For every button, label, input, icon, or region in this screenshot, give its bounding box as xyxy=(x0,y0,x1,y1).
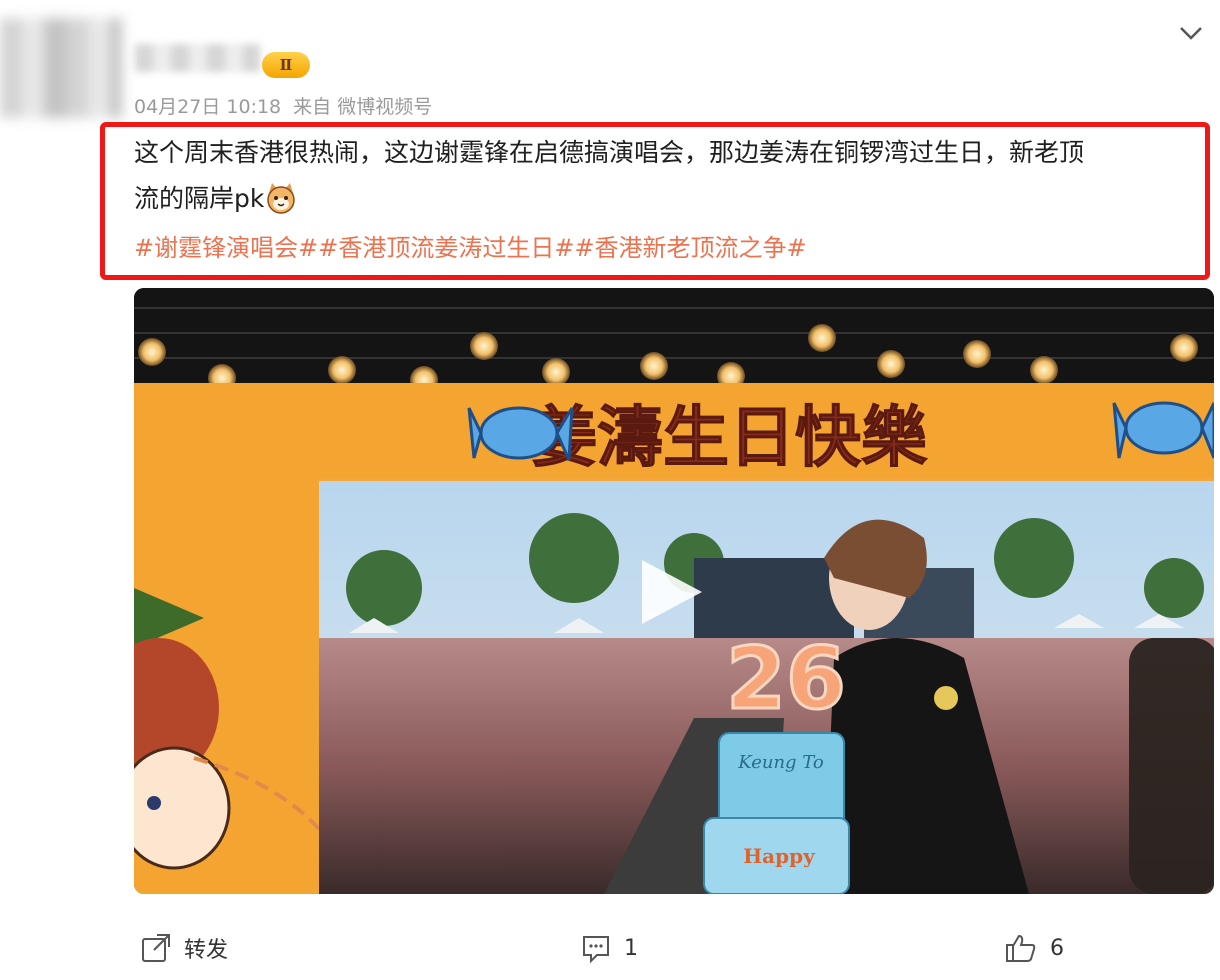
comment-icon xyxy=(583,936,609,964)
video-player[interactable]: 姜濤生日快樂 Keung To Happy 26 xyxy=(134,288,1214,894)
hashtag-list: #谢霆锋演唱会##香港顶流姜涛过生日##香港新老顶流之争# xyxy=(134,228,807,263)
hashtag-link[interactable]: #香港顶流姜涛过生日# xyxy=(318,234,574,262)
post-text: 这个周末香港很热闹，这边谢霆锋在启德搞演唱会，那边姜涛在铜锣湾过生日，新老顶 流… xyxy=(134,130,1204,222)
post-text-line-2: 流的隔岸pk xyxy=(134,176,1204,222)
like-button[interactable]: 6 xyxy=(1004,932,1064,964)
like-count: 6 xyxy=(1050,935,1064,961)
action-bar: 转发 1 6 xyxy=(0,920,1220,980)
cake-number: 26 xyxy=(726,629,846,729)
banner-text: 姜濤生日快樂 xyxy=(531,399,928,476)
source-prefix: 来自 xyxy=(293,96,332,118)
hashtag-link[interactable]: #谢霆锋演唱会# xyxy=(134,234,318,262)
cat-face-emoji-icon xyxy=(264,181,298,215)
source-link[interactable]: 微博视频号 xyxy=(337,96,432,118)
cake-text-2: Happy xyxy=(743,844,816,868)
repost-button[interactable]: 转发 xyxy=(140,932,228,964)
cake-text: Keung To xyxy=(737,752,824,773)
post-text-line-1: 这个周末香港很热闹，这边谢霆锋在启德搞演唱会，那边姜涛在铜锣湾过生日，新老顶 xyxy=(134,138,1085,167)
comment-count: 1 xyxy=(624,935,638,961)
vip-badge: Ⅱ xyxy=(262,52,310,78)
post-text-line-2-content: 流的隔岸pk xyxy=(134,184,265,213)
post-date[interactable]: 04月27日 10:18 xyxy=(134,96,281,118)
chevron-down-icon[interactable] xyxy=(1178,22,1204,44)
post-meta: 04月27日 10:18 来自 微博视频号 xyxy=(134,92,432,119)
hashtag-link[interactable]: #香港新老顶流之争# xyxy=(574,234,806,262)
username-blurred[interactable] xyxy=(135,44,260,72)
birthday-cake: Keung To Happy 26 xyxy=(703,628,850,894)
share-icon xyxy=(142,934,170,962)
repost-label: 转发 xyxy=(184,938,229,963)
comment-button[interactable]: 1 xyxy=(580,932,638,964)
avatar[interactable] xyxy=(0,18,122,118)
thumbs-up-icon xyxy=(1006,934,1036,962)
